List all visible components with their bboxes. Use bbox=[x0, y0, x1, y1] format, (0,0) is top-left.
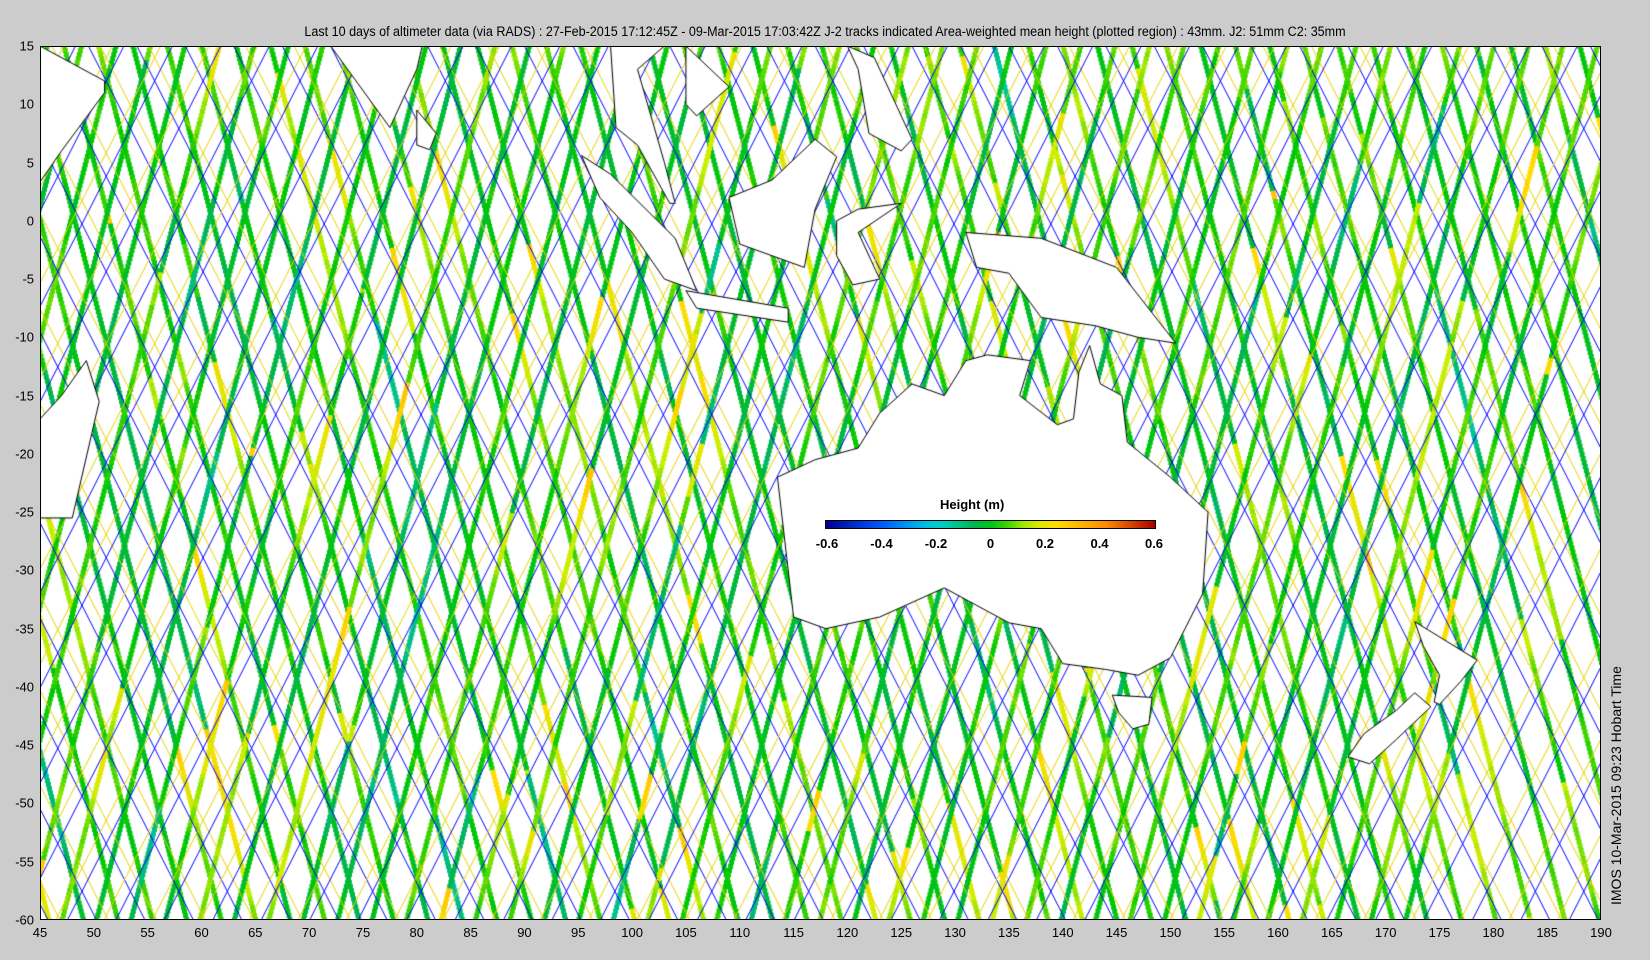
altimeter-map bbox=[40, 46, 1601, 920]
x-tick-label: 175 bbox=[1428, 925, 1451, 940]
colorbar-tick-label: 0.2 bbox=[1035, 536, 1055, 551]
x-tick-label: 130 bbox=[944, 925, 966, 940]
x-tick-label: 105 bbox=[675, 925, 697, 940]
x-tick-label: 45 bbox=[32, 925, 48, 940]
y-tick-label: -15 bbox=[15, 388, 34, 404]
plot-title: Last 10 days of altimeter data (via RADS… bbox=[304, 24, 1346, 39]
y-tick-label: -35 bbox=[15, 621, 34, 637]
colorbar-tick-label: 0 bbox=[986, 536, 995, 551]
y-tick-label: -50 bbox=[15, 795, 34, 811]
x-tick-label: 110 bbox=[729, 925, 751, 940]
y-tick-label: -40 bbox=[15, 679, 34, 695]
x-tick-label: 150 bbox=[1159, 925, 1182, 940]
timestamp-label: IMOS 10-Mar-2015 09:23 Hobart Time bbox=[1608, 666, 1624, 905]
colorbar-tick-label: -0.2 bbox=[924, 536, 948, 551]
y-tick-label: 15 bbox=[19, 38, 34, 54]
y-tick-label: -60 bbox=[15, 912, 34, 928]
y-tick-label: 0 bbox=[26, 213, 34, 229]
colorbar-tick-label: 0.6 bbox=[1144, 536, 1164, 551]
x-tick-label: 90 bbox=[517, 925, 532, 940]
x-tick-label: 140 bbox=[1051, 925, 1074, 940]
y-tick-label: 10 bbox=[19, 96, 34, 112]
x-tick-label: 95 bbox=[571, 925, 586, 940]
colorbar-tick-label: 0.4 bbox=[1090, 536, 1109, 551]
colorbar-tick-label: -0.4 bbox=[870, 536, 893, 551]
x-tick-label: 100 bbox=[621, 925, 643, 940]
x-tick-label: 70 bbox=[301, 925, 317, 940]
x-tick-label: 135 bbox=[998, 925, 1020, 940]
y-tick-label: -30 bbox=[15, 562, 34, 578]
y-tick-label: -45 bbox=[15, 737, 34, 753]
x-tick-label: 170 bbox=[1374, 925, 1397, 940]
y-tick-label: -55 bbox=[15, 854, 34, 870]
x-tick-label: 85 bbox=[463, 925, 478, 940]
x-tick-label: 165 bbox=[1321, 925, 1343, 940]
x-tick-label: 160 bbox=[1267, 925, 1289, 940]
x-tick-label: 55 bbox=[140, 925, 155, 940]
y-tick-label: -20 bbox=[15, 446, 34, 462]
x-tick-label: 80 bbox=[409, 925, 425, 940]
x-tick-label: 180 bbox=[1482, 925, 1505, 940]
x-tick-label: 120 bbox=[836, 925, 859, 940]
x-tick-label: 115 bbox=[783, 925, 804, 940]
sea-height-map-canvas bbox=[41, 47, 1600, 919]
x-tick-label: 50 bbox=[86, 925, 102, 940]
colorbar-tick-label: -0.6 bbox=[815, 536, 839, 551]
x-tick-label: 125 bbox=[890, 925, 913, 940]
y-tick-label: -10 bbox=[15, 329, 34, 345]
x-tick-label: 65 bbox=[248, 925, 263, 940]
x-tick-label: 60 bbox=[194, 925, 209, 940]
colorbar-title: Height (m) bbox=[940, 497, 1005, 512]
y-tick-label: 5 bbox=[26, 155, 34, 171]
x-tick-label: 185 bbox=[1536, 925, 1559, 940]
x-tick-label: 190 bbox=[1590, 925, 1612, 940]
colorbar bbox=[825, 520, 1156, 529]
y-tick-label: -25 bbox=[15, 504, 34, 520]
x-tick-label: 145 bbox=[1105, 925, 1128, 940]
x-tick-label: 75 bbox=[355, 925, 371, 940]
y-tick-label: -5 bbox=[22, 271, 34, 287]
x-tick-label: 155 bbox=[1213, 925, 1236, 940]
